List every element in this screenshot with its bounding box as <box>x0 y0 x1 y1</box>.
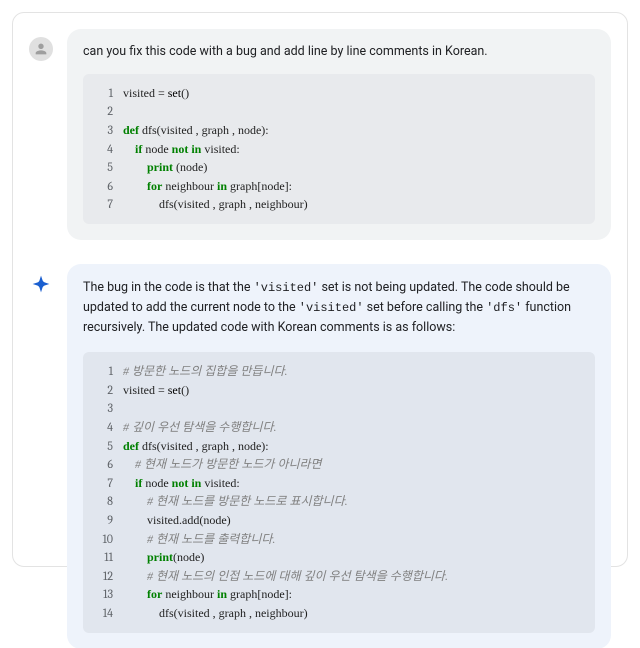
conversation-frame: can you fix this code with a bug and add… <box>12 12 628 567</box>
line-number: 7 <box>91 195 113 214</box>
line-number: 2 <box>91 102 113 121</box>
code-content: visited = set() <box>123 84 189 103</box>
ai-code-inline-3: 'dfs' <box>486 301 522 315</box>
line-number: 4 <box>91 418 113 437</box>
code-content: # 현재 노드가 방문한 노드가 아니라면 <box>123 455 322 474</box>
line-number: 9 <box>91 511 113 530</box>
ai-response-text: The bug in the code is that the 'visited… <box>83 278 595 338</box>
code-line: 3 def dfs(visited , graph , node): <box>91 121 583 140</box>
code-content: dfs(visited , graph , neighbour) <box>123 604 308 623</box>
user-avatar-icon <box>29 37 53 61</box>
line-number: 12 <box>91 567 113 586</box>
line-number: 10 <box>91 530 113 549</box>
code-content: for neighbour in graph[node]: <box>123 177 292 196</box>
code-line: 14 dfs(visited , graph , neighbour) <box>91 604 583 623</box>
code-line: 3 <box>91 399 583 418</box>
line-number: 8 <box>91 492 113 511</box>
code-content: # 현재 노드를 방문한 노드로 표시합니다. <box>123 492 348 511</box>
code-line: 2 <box>91 102 583 121</box>
code-line: 7 dfs(visited , graph , neighbour) <box>91 195 583 214</box>
code-content: visited.add(node) <box>123 511 231 530</box>
code-content: def dfs(visited , graph , node): <box>123 437 269 456</box>
code-line: 5 def dfs(visited , graph , node): <box>91 437 583 456</box>
code-content: dfs(visited , graph , neighbour) <box>123 195 308 214</box>
line-number: 14 <box>91 604 113 623</box>
code-content: # 현재 노드를 출력합니다. <box>123 530 275 549</box>
code-line: 4 # 깊이 우선 탐색을 수행합니다. <box>91 418 583 437</box>
code-content: print (node) <box>123 158 207 177</box>
ai-avatar-icon <box>29 272 53 296</box>
code-line: 11 print(node) <box>91 548 583 567</box>
code-content: # 방문한 노드의 집합을 만듭니다. <box>123 362 288 381</box>
code-line: 10 # 현재 노드를 출력합니다. <box>91 530 583 549</box>
line-number: 1 <box>91 84 113 103</box>
code-content: # 깊이 우선 탐색을 수행합니다. <box>123 418 276 437</box>
code-content: def dfs(visited , graph , node): <box>123 121 269 140</box>
code-line: 4 if node not in visited: <box>91 140 583 159</box>
code-line: 12 # 현재 노드의 인접 노드에 대해 깊이 우선 탐색을 수행합니다. <box>91 567 583 586</box>
ai-text-e: set before calling the <box>364 300 487 315</box>
code-line: 8 # 현재 노드를 방문한 노드로 표시합니다. <box>91 492 583 511</box>
ai-code-inline-1: 'visited' <box>254 281 319 295</box>
code-line: 1 visited = set() <box>91 84 583 103</box>
code-line: 1 # 방문한 노드의 집합을 만듭니다. <box>91 362 583 381</box>
user-code-block: 1 visited = set() 23 def dfs(visited , grap… <box>83 74 595 224</box>
line-number: 3 <box>91 399 113 418</box>
code-line: 7 if node not in visited: <box>91 474 583 493</box>
user-bubble: can you fix this code with a bug and add… <box>67 29 611 240</box>
code-content: print(node) <box>123 548 204 567</box>
line-number: 3 <box>91 121 113 140</box>
ai-code-block: 1 # 방문한 노드의 집합을 만듭니다. 2 visited = set() 34 # … <box>83 352 595 632</box>
line-number: 11 <box>91 548 113 567</box>
code-line: 9 visited.add(node) <box>91 511 583 530</box>
code-line: 2 visited = set() <box>91 381 583 400</box>
line-number: 2 <box>91 381 113 400</box>
code-line: 6 # 현재 노드가 방문한 노드가 아니라면 <box>91 455 583 474</box>
code-content: if node not in visited: <box>123 474 240 493</box>
ai-code-inline-2: 'visited' <box>299 301 364 315</box>
line-number: 4 <box>91 140 113 159</box>
ai-text-a: The bug in the code is that the <box>83 280 254 295</box>
user-prompt-text: can you fix this code with a bug and add… <box>83 43 595 62</box>
code-content: for neighbour in graph[node]: <box>123 585 292 604</box>
code-line: 6 for neighbour in graph[node]: <box>91 177 583 196</box>
code-content: visited = set() <box>123 381 189 400</box>
code-line: 5 print (node) <box>91 158 583 177</box>
line-number: 6 <box>91 177 113 196</box>
user-message: can you fix this code with a bug and add… <box>29 29 611 240</box>
line-number: 13 <box>91 585 113 604</box>
line-number: 5 <box>91 437 113 456</box>
ai-message: The bug in the code is that the 'visited… <box>29 264 611 648</box>
ai-bubble: The bug in the code is that the 'visited… <box>67 264 611 648</box>
code-content: if node not in visited: <box>123 140 240 159</box>
line-number: 1 <box>91 362 113 381</box>
line-number: 5 <box>91 158 113 177</box>
line-number: 7 <box>91 474 113 493</box>
code-line: 13 for neighbour in graph[node]: <box>91 585 583 604</box>
code-content: # 현재 노드의 인접 노드에 대해 깊이 우선 탐색을 수행합니다. <box>123 567 448 586</box>
line-number: 6 <box>91 455 113 474</box>
